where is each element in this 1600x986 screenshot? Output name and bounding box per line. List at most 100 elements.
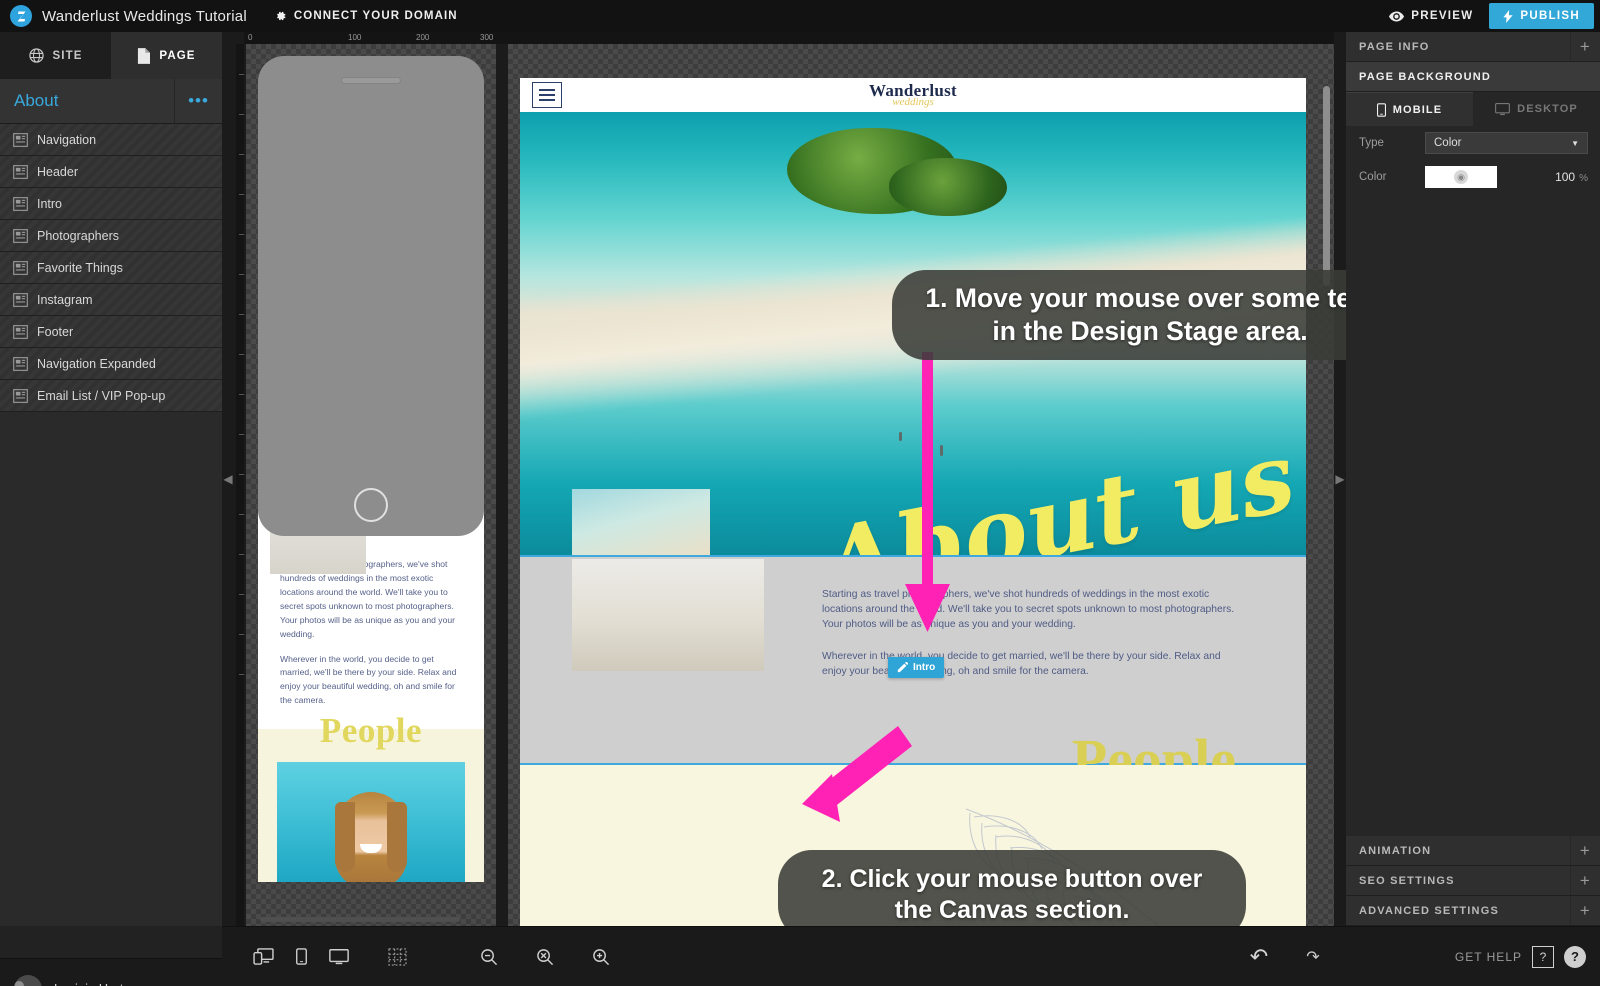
chevron-down-icon: ▼ — [1571, 138, 1579, 148]
right-collapsed-sections: ANIMATION + SEO SETTINGS + ADVANCED SETTINGS… — [1346, 836, 1600, 926]
preview-label: PREVIEW — [1411, 10, 1474, 22]
history-tools: ↶ ↷ — [1240, 940, 1332, 974]
phone-icon — [1376, 102, 1386, 117]
background-type-select[interactable]: Color ▼ — [1425, 132, 1588, 154]
mobile-preview-column[interactable]: Wanderlust weddings About us — [246, 44, 496, 926]
palm-photo — [572, 489, 710, 555]
phone-frame — [258, 56, 484, 536]
sidebar-item-label: Navigation — [37, 132, 97, 147]
color-picker-knob-icon: ◉ — [1454, 170, 1468, 184]
left-sidebar: SITE PAGE About ••• Navigation Header Intr… — [0, 32, 222, 986]
collapse-left-panel-button[interactable]: ◀ — [222, 32, 234, 926]
view-mode-tools — [244, 940, 416, 974]
edit-pencil-icon — [897, 662, 908, 673]
site-navbar: Wanderlust weddings — [520, 78, 1306, 112]
page-info-label: PAGE INFO — [1359, 40, 1430, 53]
site-brand: Wanderlust weddings — [869, 82, 957, 108]
intro-text-block[interactable]: Starting as travel photographers, we've … — [822, 587, 1242, 695]
mobile-view-icon[interactable] — [282, 940, 320, 974]
zoom-in-icon[interactable] — [582, 940, 620, 974]
sidebar-item-photographers[interactable]: Photographers — [0, 220, 222, 252]
zoom-tools — [470, 940, 620, 974]
mobile-preview-scrollbar[interactable] — [260, 917, 460, 922]
zoom-reset-icon[interactable] — [526, 940, 564, 974]
row-label: ANIMATION — [1359, 844, 1432, 857]
tab-mobile[interactable]: MOBILE — [1346, 92, 1473, 126]
opacity-value-group[interactable]: 100 % — [1555, 170, 1588, 184]
grid-icon[interactable] — [378, 940, 416, 974]
tab-site[interactable]: SITE — [0, 32, 111, 79]
desktop-site-preview[interactable]: Wanderlust weddings About us Starting as… — [520, 78, 1306, 926]
hamburger-menu-icon[interactable] — [532, 82, 562, 108]
intro-paragraph-1: Starting as travel photographers, we've … — [822, 589, 1235, 631]
expand-icon[interactable]: + — [1570, 896, 1600, 925]
sidebar-item-label: Email List / VIP Pop-up — [37, 388, 166, 403]
canvas-scrollbar[interactable] — [1323, 86, 1330, 286]
sidebar-item-footer[interactable]: Footer — [0, 316, 222, 348]
page-title: About — [14, 91, 59, 110]
row-label: ADVANCED SETTINGS — [1359, 904, 1499, 917]
expand-icon[interactable]: + — [1570, 32, 1600, 61]
sidebar-item-navigation-expanded[interactable]: Navigation Expanded — [0, 348, 222, 380]
section-thumb-icon — [13, 132, 28, 147]
seo-settings-row[interactable]: SEO SETTINGS + — [1346, 866, 1600, 896]
animation-row[interactable]: ANIMATION + — [1346, 836, 1600, 866]
sidebar-item-label: Intro — [37, 196, 63, 211]
tab-desktop-label: DESKTOP — [1517, 103, 1578, 115]
opacity-unit: % — [1579, 173, 1588, 184]
sidebar-item-label: Navigation Expanded — [37, 356, 156, 371]
ruler-tick: 200 — [416, 33, 430, 42]
user-footer: Lavinia Hartney — [0, 958, 222, 986]
expand-icon[interactable]: + — [1570, 836, 1600, 865]
sidebar-item-email-list-vip-pop-up[interactable]: Email List / VIP Pop-up — [0, 380, 222, 412]
app-logo-icon[interactable] — [10, 5, 32, 27]
intro-canvas-section[interactable]: Starting as travel photographers, we've … — [520, 489, 1306, 789]
ruler-tick: 100 — [348, 33, 362, 42]
publish-label: PUBLISH — [1520, 10, 1580, 22]
lightning-icon — [1503, 9, 1514, 23]
preview-button[interactable]: PREVIEW — [1373, 10, 1489, 22]
eye-icon — [1389, 11, 1405, 21]
sidebar-item-instagram[interactable]: Instagram — [0, 284, 222, 316]
undo-button[interactable]: ↶ — [1240, 940, 1278, 974]
sidebar-item-header[interactable]: Header — [0, 156, 222, 188]
background-color-field: Color ◉ 100 % — [1346, 160, 1600, 194]
ruler-tick: 300 — [480, 33, 494, 42]
page-info-row[interactable]: PAGE INFO + — [1346, 32, 1600, 62]
intro-paragraph-2: Wherever in the world, you decide to get… — [822, 650, 1221, 677]
desktop-canvas-column[interactable]: Wanderlust weddings About us Starting as… — [508, 44, 1334, 926]
zoom-out-icon[interactable] — [470, 940, 508, 974]
color-label: Color — [1359, 171, 1387, 183]
type-label: Type — [1359, 137, 1384, 149]
expand-icon[interactable]: + — [1570, 866, 1600, 895]
row-label: SEO SETTINGS — [1359, 874, 1455, 887]
tab-page[interactable]: PAGE — [111, 32, 222, 79]
publish-button[interactable]: PUBLISH — [1489, 3, 1594, 29]
sidebar-item-intro[interactable]: Intro — [0, 188, 222, 220]
help-footer: GET HELP ? ? — [1346, 926, 1600, 986]
color-swatch[interactable]: ◉ — [1425, 166, 1497, 188]
help-chat-button[interactable]: ? — [1564, 945, 1586, 968]
avatar[interactable] — [14, 974, 42, 986]
top-bar: Wanderlust Weddings Tutorial CONNECT YOU… — [0, 0, 1600, 32]
redo-button[interactable]: ↷ — [1294, 940, 1332, 974]
horizontal-ruler: 0 100 200 300 — [244, 32, 1334, 44]
collapse-right-panel-button[interactable]: ▶ — [1334, 32, 1346, 926]
advanced-settings-row[interactable]: ADVANCED SETTINGS + — [1346, 896, 1600, 926]
section-label-badge[interactable]: Intro — [888, 657, 945, 678]
desktop-view-icon[interactable] — [320, 940, 358, 974]
page-more-menu-button[interactable]: ••• — [174, 79, 222, 123]
section-label-text: Intro — [913, 662, 936, 673]
connect-domain-button[interactable]: CONNECT YOUR DOMAIN — [275, 10, 458, 22]
sidebar-tabs: SITE PAGE — [0, 32, 222, 79]
page-background-row[interactable]: PAGE BACKGROUND — [1346, 62, 1600, 92]
tab-desktop[interactable]: DESKTOP — [1473, 92, 1600, 126]
help-docs-button[interactable]: ? — [1532, 945, 1554, 968]
sidebar-item-label: Photographers — [37, 228, 120, 243]
section-thumb-icon — [13, 356, 28, 371]
sidebar-item-navigation[interactable]: Navigation — [0, 124, 222, 156]
page-section-list: Navigation Header Intro Photographers Favori… — [0, 124, 222, 412]
responsive-view-icon[interactable] — [244, 940, 282, 974]
section-thumb-icon — [13, 292, 28, 307]
sidebar-item-favorite-things[interactable]: Favorite Things — [0, 252, 222, 284]
